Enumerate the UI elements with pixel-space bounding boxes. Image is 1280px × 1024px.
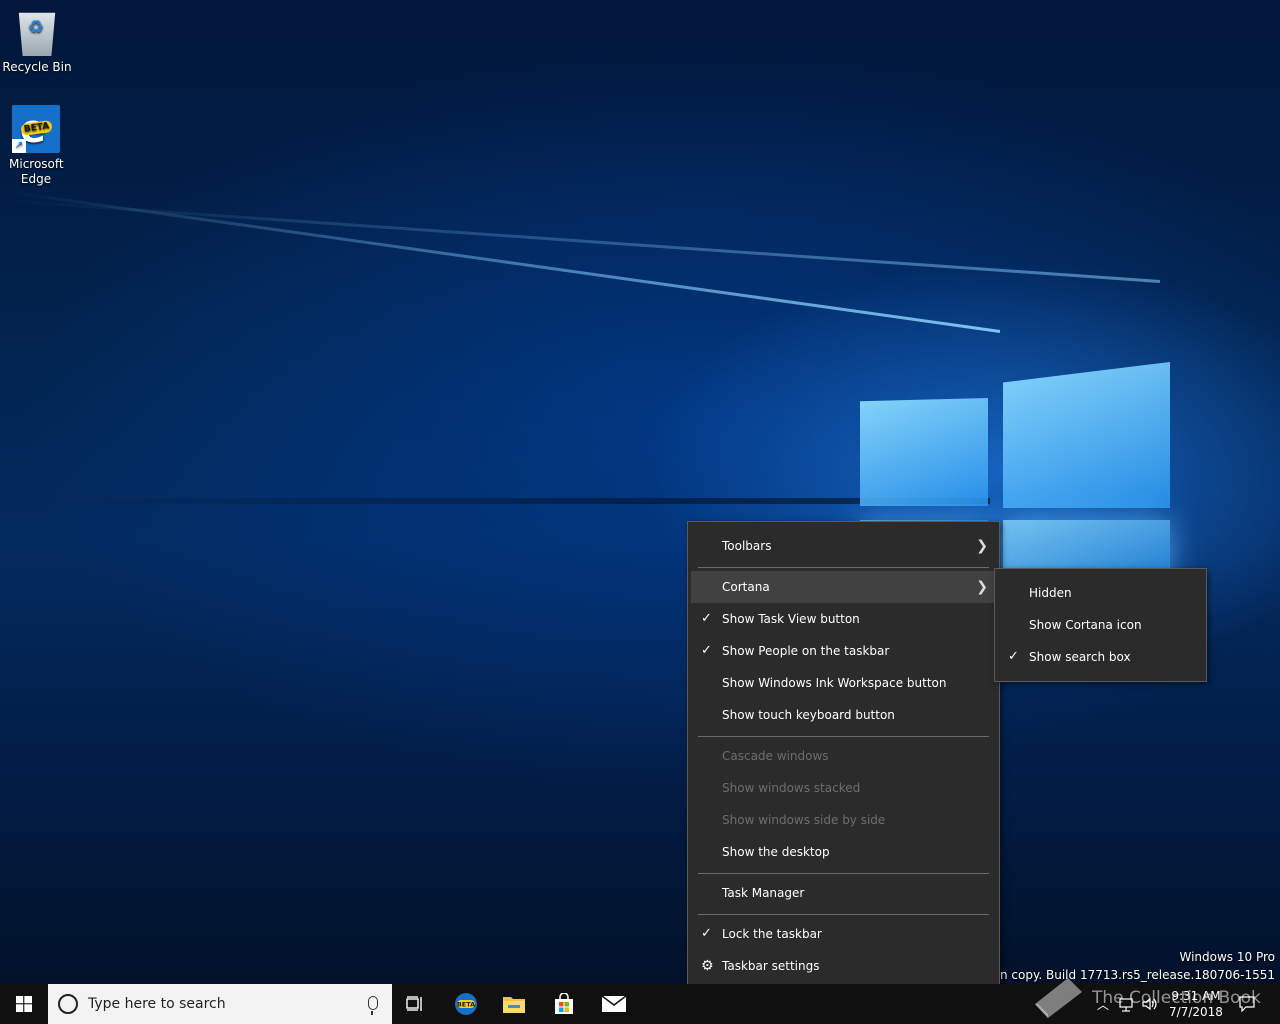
book-overlay-icon	[1030, 974, 1090, 1020]
menu-item-label: Lock the taskbar	[722, 927, 822, 941]
desktop-icon-recycle-bin[interactable]: Recycle Bin	[2, 8, 72, 75]
menu-item-label: Show windows stacked	[722, 781, 861, 795]
shortcut-arrow-icon: ↗	[12, 139, 26, 153]
network-icon	[1119, 998, 1133, 1012]
menu-item-label: Show windows side by side	[722, 813, 886, 827]
menu-item-show-touch-keyboard[interactable]: Show touch keyboard button	[691, 699, 996, 731]
menu-item-label: Show touch keyboard button	[722, 708, 895, 722]
store-icon	[555, 993, 573, 1014]
cortana-icon	[58, 994, 78, 1014]
menu-item-label: Show the desktop	[722, 845, 830, 859]
svg-text:BETA: BETA	[457, 1001, 475, 1009]
menu-separator	[698, 873, 989, 874]
menu-item-show-task-view[interactable]: ✓ Show Task View button	[691, 603, 996, 635]
menu-item-taskbar-settings[interactable]: ⚙ Taskbar settings	[691, 950, 996, 982]
menu-separator	[698, 736, 989, 737]
menu-item-task-manager[interactable]: Task Manager	[691, 877, 996, 909]
task-view-button[interactable]	[392, 984, 440, 1024]
checkmark-icon: ✓	[1008, 649, 1019, 664]
menu-item-lock-taskbar[interactable]: ✓ Lock the taskbar	[691, 918, 996, 950]
menu-item-label: Toolbars	[722, 539, 772, 553]
file-explorer-icon	[503, 997, 525, 1013]
taskbar-search-box[interactable]: Type here to search	[48, 984, 392, 1024]
action-center-button[interactable]	[1232, 984, 1262, 1024]
task-view-icon	[406, 996, 422, 1011]
menu-item-toolbars[interactable]: Toolbars ❯	[691, 530, 996, 562]
start-button[interactable]	[0, 984, 48, 1024]
desktop-wallpaper	[0, 0, 1280, 984]
menu-item-show-windows-stacked: Show windows stacked	[691, 772, 996, 804]
recycle-bin-icon	[18, 12, 56, 56]
menu-item-cascade-windows: Cascade windows	[691, 740, 996, 772]
chevron-right-icon: ❯	[976, 538, 988, 554]
menu-item-label: Show search box	[1029, 650, 1131, 664]
taskbar-context-menu: Toolbars ❯ Cortana ❯ ✓ Show Task View bu…	[687, 521, 1000, 991]
speaker-icon	[1142, 997, 1157, 1011]
menu-item-label: Hidden	[1029, 586, 1072, 600]
windows-logo-pane	[860, 398, 988, 506]
menu-item-show-people[interactable]: ✓ Show People on the taskbar	[691, 635, 996, 667]
menu-item-label: Show People on the taskbar	[722, 644, 890, 658]
volume-button[interactable]	[1140, 984, 1160, 1024]
edge-beta-icon: e BETA ↗	[12, 105, 60, 153]
menu-item-show-desktop[interactable]: Show the desktop	[691, 836, 996, 868]
menu-item-cortana[interactable]: Cortana ❯	[691, 571, 996, 603]
clock-date: 7/7/2018	[1169, 1005, 1223, 1019]
taskbar-file-explorer-button[interactable]	[490, 984, 538, 1024]
gear-icon: ⚙	[701, 958, 714, 974]
clock-time: 9:31 AM	[1171, 989, 1221, 1003]
mail-icon	[601, 995, 627, 1012]
windows-logo-pane	[1003, 362, 1170, 508]
desktop-icon-label: Microsoft Edge	[9, 157, 64, 186]
menu-item-show-ink-workspace[interactable]: Show Windows Ink Workspace button	[691, 667, 996, 699]
menu-item-label: Show Cortana icon	[1029, 618, 1142, 632]
menu-item-label: Show Windows Ink Workspace button	[722, 676, 947, 690]
taskbar-edge-button[interactable]: BETA	[442, 984, 490, 1024]
submenu-item-show-search-box[interactable]: ✓ Show search box	[998, 641, 1203, 673]
checkmark-icon: ✓	[701, 926, 712, 941]
menu-item-show-side-by-side: Show windows side by side	[691, 804, 996, 836]
checkmark-icon: ✓	[701, 611, 712, 626]
taskbar: Type here to search BETA The Collection …	[0, 978, 1280, 1024]
notification-icon	[1239, 996, 1255, 1012]
submenu-item-hidden[interactable]: Hidden	[998, 577, 1203, 609]
windows-start-icon	[16, 996, 32, 1012]
desktop-icon-edge[interactable]: e BETA ↗ Microsoft Edge	[1, 105, 71, 187]
microphone-icon[interactable]	[368, 996, 378, 1015]
show-hidden-icons-button[interactable]: ︿	[1094, 984, 1112, 1024]
checkmark-icon: ✓	[701, 643, 712, 658]
menu-item-label: Taskbar settings	[722, 959, 820, 973]
chevron-right-icon: ❯	[976, 579, 988, 595]
watermark-edition: Windows 10 Pro	[1179, 950, 1275, 964]
menu-item-label: Task Manager	[722, 886, 805, 900]
menu-separator	[698, 567, 989, 568]
menu-item-label: Cascade windows	[722, 749, 829, 763]
cortana-submenu: Hidden Show Cortana icon ✓ Show search b…	[994, 568, 1207, 682]
network-button[interactable]	[1116, 984, 1136, 1024]
desktop-icon-label: Recycle Bin	[2, 60, 72, 74]
clock[interactable]: 9:31 AM 7/7/2018	[1166, 988, 1226, 1020]
taskbar-mail-button[interactable]	[590, 984, 638, 1024]
menu-item-label: Cortana	[722, 580, 770, 594]
search-placeholder: Type here to search	[88, 996, 226, 1012]
edge-beta-icon: BETA	[455, 993, 477, 1015]
wallpaper-shadow-band	[0, 498, 990, 504]
menu-item-label: Show Task View button	[722, 612, 860, 626]
menu-separator	[698, 914, 989, 915]
taskbar-store-button[interactable]	[540, 984, 588, 1024]
submenu-item-show-cortana-icon[interactable]: Show Cortana icon	[998, 609, 1203, 641]
chevron-up-icon: ︿	[1096, 997, 1109, 1012]
